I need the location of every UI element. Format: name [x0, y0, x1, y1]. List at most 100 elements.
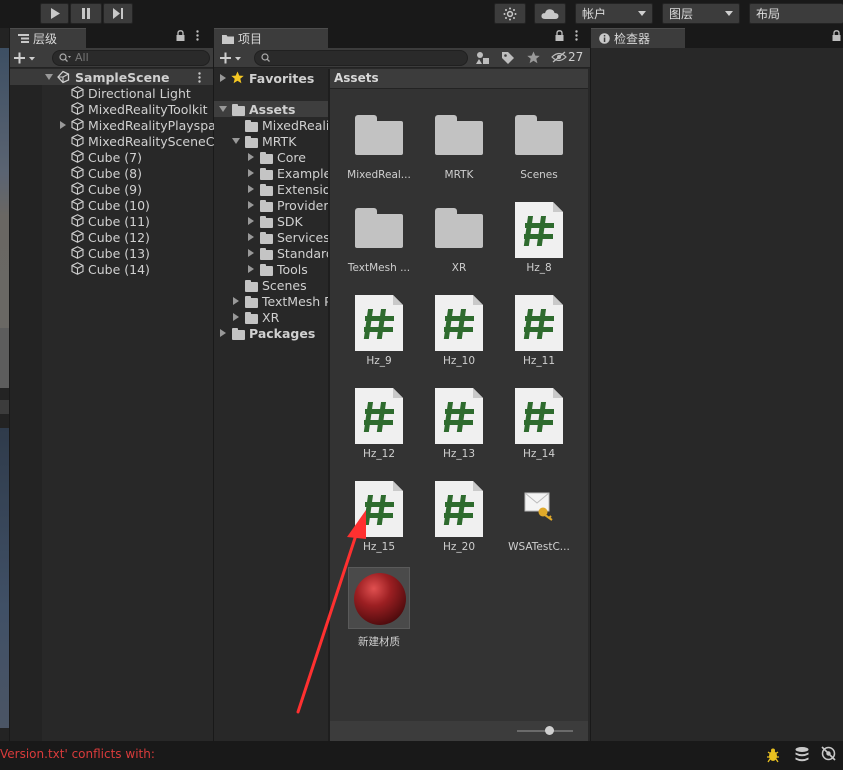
label-tag-icon[interactable] — [501, 51, 515, 68]
folder-icon — [515, 115, 563, 155]
hierarchy-item[interactable]: MixedRealitySceneContent — [10, 133, 255, 149]
expand-arrow-icon — [248, 233, 254, 241]
hierarchy-item-label: MixedRealityToolkit — [88, 101, 208, 117]
project-tree-item[interactable]: Extensions — [214, 181, 328, 197]
asset-item[interactable]: MRTK — [419, 99, 499, 189]
hierarchy-item-label: MixedRealityPlayspace — [88, 117, 231, 133]
project-tree-item[interactable]: Packages — [214, 325, 328, 341]
material-preview-frame — [348, 567, 410, 629]
project-tree-item[interactable]: Scenes — [214, 277, 328, 293]
project-tree-item[interactable]: Providers — [214, 197, 328, 213]
project-tree-item[interactable]: StandardAssets — [214, 245, 328, 261]
project-tree-item[interactable]: TextMesh Pro — [214, 293, 328, 309]
asset-item[interactable]: Hz_9 — [339, 285, 419, 375]
step-button[interactable] — [103, 3, 133, 24]
console-error-message[interactable]: Version.txt' conflicts with: — [0, 747, 155, 761]
play-button[interactable] — [40, 3, 69, 24]
hierarchy-item-label: Cube (11) — [88, 213, 150, 229]
project-tree-item[interactable]: MixedRealityToolkit.Generated — [214, 117, 328, 133]
hierarchy-item[interactable]: Cube (10) — [10, 197, 213, 213]
hierarchy-item[interactable]: Cube (7) — [10, 149, 213, 165]
folder-icon — [245, 280, 258, 292]
layers-dropdown[interactable]: 图层 — [662, 3, 740, 24]
auto-generate-lighting-icon[interactable] — [820, 745, 837, 765]
debug-bug-icon[interactable] — [765, 746, 783, 767]
asset-item[interactable]: Hz_12 — [339, 378, 419, 468]
cache-server-icon[interactable] — [794, 746, 810, 765]
scene-view-ground — [0, 328, 9, 388]
asset-item[interactable]: TextMesh ... — [339, 192, 419, 282]
layout-dropdown[interactable]: 布局 — [749, 3, 843, 24]
hierarchy-item[interactable]: Cube (12) — [10, 229, 213, 245]
asset-item[interactable]: Hz_10 — [419, 285, 499, 375]
hierarchy-item[interactable]: Cube (11) — [10, 213, 213, 229]
cloud-button[interactable] — [534, 3, 566, 24]
collab-button[interactable] — [494, 3, 526, 24]
expand-arrow-icon — [248, 265, 254, 273]
hierarchy-item[interactable]: Cube (8) — [10, 165, 213, 181]
hierarchy-item[interactable]: Cube (14) — [10, 261, 213, 277]
hidden-packages-icon[interactable] — [551, 51, 567, 66]
lock-icon[interactable] — [832, 30, 841, 44]
icon-size-slider-handle[interactable] — [545, 726, 554, 735]
asset-item[interactable]: XR — [419, 192, 499, 282]
folder-icon — [245, 312, 258, 324]
star-icon[interactable] — [527, 51, 540, 67]
asset-item[interactable]: Hz_13 — [419, 378, 499, 468]
lock-icon[interactable] — [555, 30, 564, 44]
tab-project[interactable]: 项目 — [214, 28, 328, 48]
csharp-script-icon — [435, 481, 483, 537]
asset-item[interactable]: MixedReal... — [339, 99, 419, 189]
asset-item[interactable]: 新建材质 — [339, 564, 419, 654]
asset-item[interactable]: WSATestC... — [499, 471, 579, 561]
project-tree-item[interactable]: XR — [214, 309, 328, 325]
scene-row[interactable]: SampleScene — [10, 69, 213, 85]
search-by-type-icon[interactable] — [476, 51, 490, 68]
project-tree-label: SDK — [277, 213, 303, 229]
csharp-script-icon — [515, 295, 563, 351]
asset-item[interactable]: Hz_15 — [339, 471, 419, 561]
plus-icon — [220, 52, 241, 64]
project-tree-label: MRTK — [262, 133, 297, 149]
project-tree-item[interactable]: Services — [214, 229, 328, 245]
project-tree-item[interactable]: Assets — [214, 101, 328, 117]
hierarchy-item-label: Cube (9) — [88, 181, 142, 197]
project-tree-item[interactable]: Tools — [214, 261, 328, 277]
project-search-input[interactable] — [254, 50, 468, 66]
expand-arrow-icon — [248, 153, 254, 161]
breadcrumb-item-assets[interactable]: Assets — [334, 71, 379, 85]
tab-hierarchy[interactable]: 层级 — [10, 28, 86, 48]
asset-item[interactable]: Hz_8 — [499, 192, 579, 282]
hierarchy-item[interactable]: Directional Light — [10, 85, 213, 101]
project-tree-label: MixedRealityToolkit.Generated — [262, 117, 328, 133]
scene-menu-icon[interactable] — [198, 71, 201, 86]
more-options-icon[interactable] — [196, 30, 199, 44]
hierarchy-item[interactable]: Cube (9) — [10, 181, 213, 197]
pause-button[interactable] — [70, 3, 102, 24]
gameobject-cube-icon — [71, 150, 84, 163]
gameobject-cube-icon — [71, 246, 84, 259]
more-options-icon[interactable] — [575, 30, 578, 44]
asset-item[interactable]: Hz_14 — [499, 378, 579, 468]
hierarchy-search-input[interactable]: All — [52, 50, 210, 66]
asset-item[interactable]: Hz_11 — [499, 285, 579, 375]
game-view-tab[interactable] — [0, 400, 9, 414]
asset-label: Hz_9 — [366, 355, 392, 367]
gameobject-cube-icon — [71, 198, 84, 211]
project-tree-item[interactable]: Core — [214, 149, 328, 165]
project-tree-item[interactable]: SDK — [214, 213, 328, 229]
asset-item[interactable]: Hz_20 — [419, 471, 499, 561]
hierarchy-item[interactable]: Cube (13) — [10, 245, 213, 261]
hierarchy-item[interactable]: MixedRealityPlayspace — [10, 117, 230, 133]
lock-icon[interactable] — [176, 30, 185, 44]
project-tree-item[interactable]: MRTK — [214, 133, 328, 149]
create-dropdown[interactable] — [14, 51, 38, 68]
create-dropdown[interactable] — [220, 51, 244, 68]
asset-item[interactable]: Scenes — [499, 99, 579, 189]
project-tree-item[interactable]: Examples — [214, 165, 328, 181]
csharp-script-icon — [355, 388, 403, 444]
favorites-row[interactable]: Favorites — [214, 70, 328, 86]
account-dropdown[interactable]: 帐户 — [575, 3, 653, 24]
hierarchy-item[interactable]: MixedRealityToolkit — [10, 101, 213, 117]
tab-inspector[interactable]: 检查器 — [591, 28, 685, 48]
